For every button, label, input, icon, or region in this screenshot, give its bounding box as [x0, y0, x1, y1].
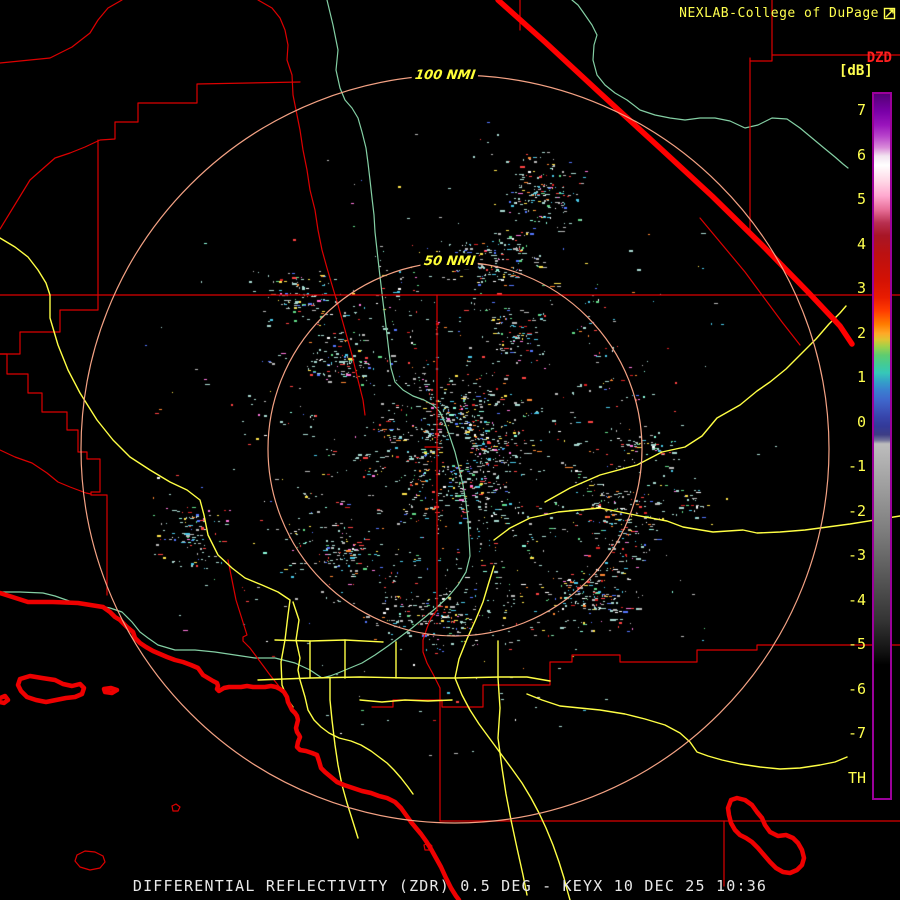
status-bar-caption: DIFFERENTIAL REFLECTIVITY (ZDR) 0.5 DEG … [132, 877, 768, 895]
radar-display: 100 NMI 50 NMI NEXLAB-College of DuPage … [0, 0, 900, 900]
colorbar-tick: 3 [856, 279, 866, 297]
colorbar-tick: -2 [847, 501, 866, 520]
colorbar-tick: 5 [856, 190, 866, 208]
colorbar-tick: -7 [847, 724, 866, 742]
colorbar-gradient-bar [872, 92, 892, 800]
colorbar-tick: 2 [856, 323, 866, 342]
colorbar-tick: -4 [847, 590, 866, 609]
colorbar-threshold-label: TH [847, 769, 866, 787]
colorbar-tick: 4 [856, 234, 866, 253]
colorbar-panel: DZD [dB] 7 6 5 4 3 2 1 0 -1 -2 -3 -4 -5 -6 -7 TH [0, 0, 900, 900]
colorbar-tick: 0 [856, 412, 866, 431]
colorbar-tick: -1 [847, 457, 866, 475]
colorbar-tick: -6 [847, 679, 866, 698]
colorbar-tick: -5 [847, 635, 866, 653]
colorbar-units-label: [dB] [839, 63, 873, 79]
colorbar-tick: 1 [856, 368, 866, 386]
colorbar-tick: 6 [856, 145, 866, 164]
colorbar-tick: 7 [856, 101, 866, 119]
colorbar-tick: -3 [847, 546, 866, 564]
